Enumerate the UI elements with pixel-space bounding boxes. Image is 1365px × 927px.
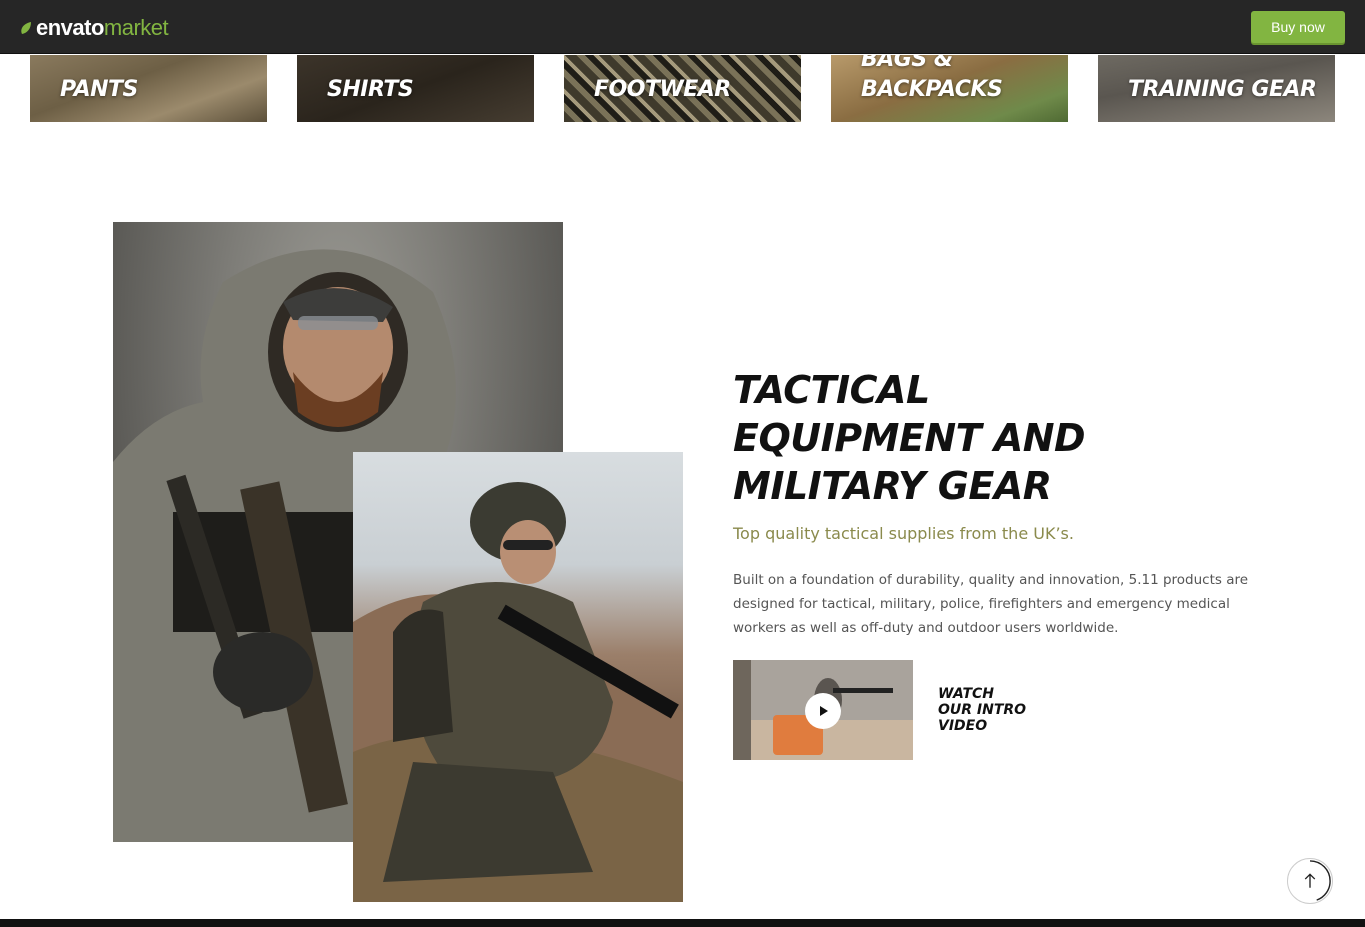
- watch-intro-video-link[interactable]: WATCH OUR INTRO VIDEO: [938, 686, 1026, 734]
- arrow-up-icon: [1304, 860, 1331, 901]
- heading-line: EQUIPMENT AND: [733, 416, 1086, 460]
- heading-line: TACTICAL: [733, 368, 930, 412]
- category-tile-shirts[interactable]: SHIRTS: [297, 55, 534, 122]
- leaf-icon: [21, 22, 31, 34]
- section-heading: TACTICAL EQUIPMENT AND MILITARY GEAR: [733, 366, 1153, 510]
- envato-top-bar: envato market Buy now: [0, 0, 1365, 54]
- category-tile-training-gear[interactable]: TRAINING GEAR: [1098, 55, 1335, 122]
- buy-now-button[interactable]: Buy now: [1251, 11, 1345, 43]
- section-description: Built on a foundation of durability, qua…: [733, 572, 1249, 636]
- play-button[interactable]: [805, 693, 841, 729]
- envato-market-logo[interactable]: envato market: [19, 15, 169, 41]
- category-tile-pants[interactable]: PANTS: [30, 55, 267, 122]
- category-tile-bags-backpacks[interactable]: BAGS & BACKPACKS: [831, 55, 1068, 122]
- intro-video-thumbnail[interactable]: [733, 660, 913, 760]
- logo-market-text: market: [103, 15, 169, 40]
- footer-bar: [0, 919, 1365, 927]
- watch-line: OUR INTRO: [938, 702, 1027, 718]
- category-label: SHIRTS: [327, 77, 414, 102]
- watch-line: VIDEO: [938, 718, 988, 734]
- category-label: FOOTWEAR: [594, 77, 731, 102]
- play-icon: [820, 706, 828, 716]
- kneeling-soldier-photo: [353, 452, 683, 902]
- category-tile-footwear[interactable]: FOOTWEAR: [564, 55, 801, 122]
- scroll-to-top-button[interactable]: [1287, 858, 1333, 904]
- category-label: BAGS & BACKPACKS: [861, 55, 1003, 102]
- watch-line: WATCH: [938, 686, 994, 702]
- category-label: TRAINING GEAR: [1128, 77, 1317, 102]
- heading-line: MILITARY GEAR: [733, 464, 1052, 508]
- logo-envato-text: envato: [36, 15, 104, 40]
- section-subtitle: Top quality tactical supplies from the U…: [733, 524, 1074, 543]
- kneeling-soldier-illustration: [353, 482, 683, 902]
- category-label: PANTS: [60, 77, 138, 102]
